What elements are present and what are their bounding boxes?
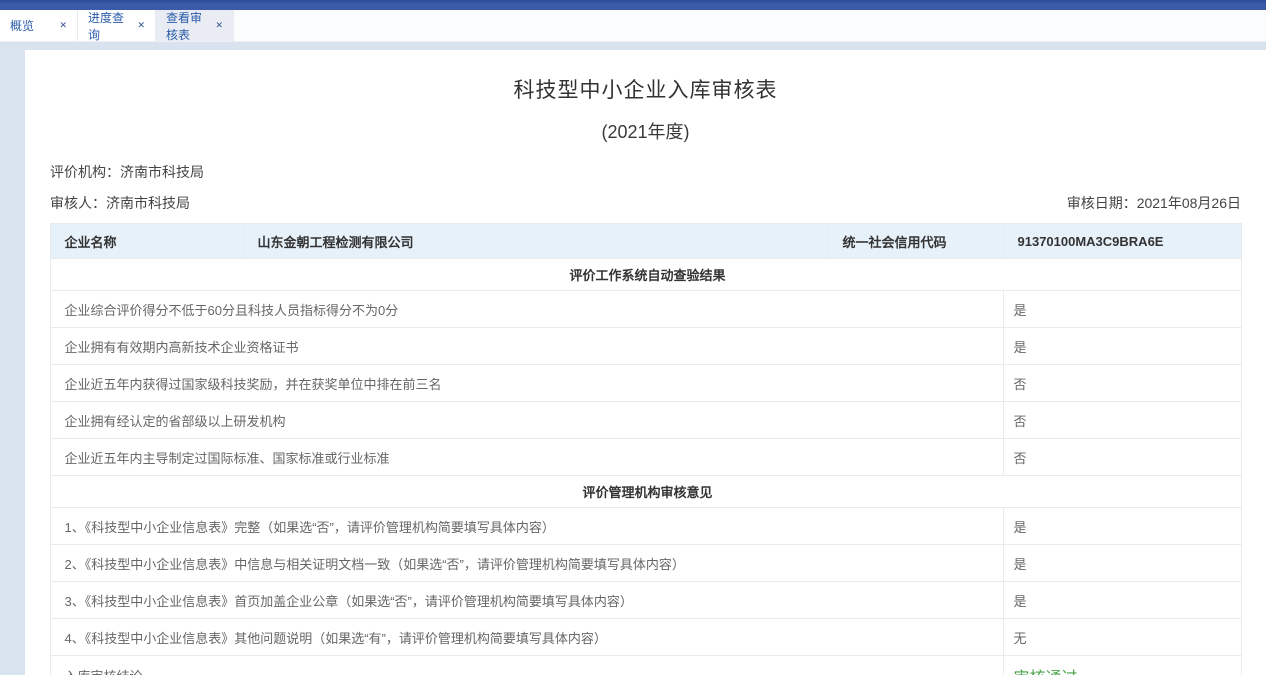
table-row: 企业拥有经认定的省部级以上研发机构 否 bbox=[50, 402, 1241, 439]
auditor-date-line: 审核人：济南市科技局 审核日期：2021年08月26日 bbox=[50, 193, 1241, 213]
agency-value: 济南市科技局 bbox=[120, 164, 204, 180]
table-row: 企业近五年内获得过国家级科技奖励，并在获奖单位中排在前三名 否 bbox=[50, 365, 1241, 402]
agency-label: 评价机构： bbox=[50, 164, 120, 180]
question-text: 1、《科技型中小企业信息表》完整（如果选“否”，请评价管理机构简要填写具体内容） bbox=[50, 508, 1003, 545]
tab-progress-query[interactable]: 进度查询 ✕ bbox=[78, 10, 156, 41]
table-row: 1、《科技型中小企业信息表》完整（如果选“否”，请评价管理机构简要填写具体内容）… bbox=[50, 508, 1241, 545]
audit-date-value: 2021年08月26日 bbox=[1137, 195, 1241, 211]
auditor: 审核人：济南市科技局 bbox=[50, 193, 190, 213]
question-text: 企业近五年内主导制定过国际标准、国家标准或行业标准 bbox=[50, 439, 1003, 476]
conclusion-row: 入库审核结论 审核通过 bbox=[50, 656, 1241, 675]
answer-value: 无 bbox=[1003, 619, 1241, 656]
audit-table: 企业名称 山东金朝工程检测有限公司 统一社会信用代码 91370100MA3C9… bbox=[50, 223, 1242, 675]
audit-date-label: 审核日期： bbox=[1067, 195, 1137, 211]
company-name-value: 山东金朝工程检测有限公司 bbox=[243, 224, 828, 259]
answer-value: 否 bbox=[1003, 439, 1241, 476]
section-header-text: 评价管理机构审核意见 bbox=[50, 476, 1241, 508]
tab-overview[interactable]: 概览 ✕ bbox=[0, 10, 78, 41]
answer-value: 否 bbox=[1003, 402, 1241, 439]
table-row: 4、《科技型中小企业信息表》其他问题说明（如果选“有”，请评价管理机构简要填写具… bbox=[50, 619, 1241, 656]
evaluation-agency-line: 评价机构：济南市科技局 bbox=[50, 162, 1241, 182]
conclusion-label: 入库审核结论 bbox=[50, 656, 1003, 675]
answer-value: 是 bbox=[1003, 545, 1241, 582]
tab-label: 查看审核表 bbox=[166, 9, 209, 43]
question-text: 2、《科技型中小企业信息表》中信息与相关证明文档一致（如果选“否”，请评价管理机… bbox=[50, 545, 1003, 582]
question-text: 4、《科技型中小企业信息表》其他问题说明（如果选“有”，请评价管理机构简要填写具… bbox=[50, 619, 1003, 656]
tab-view-audit-form[interactable]: 查看审核表 ✕ bbox=[156, 10, 234, 41]
question-text: 3、《科技型中小企业信息表》首页加盖企业公章（如果选“否”，请评价管理机构简要填… bbox=[50, 582, 1003, 619]
question-text: 企业综合评价得分不低于60分且科技人员指标得分不为0分 bbox=[50, 291, 1003, 328]
credit-code-label: 统一社会信用代码 bbox=[828, 224, 1003, 259]
answer-value: 是 bbox=[1003, 291, 1241, 328]
answer-value: 是 bbox=[1003, 582, 1241, 619]
answer-value: 否 bbox=[1003, 365, 1241, 402]
section-header-text: 评价工作系统自动查验结果 bbox=[50, 259, 1241, 291]
company-info-row: 企业名称 山东金朝工程检测有限公司 统一社会信用代码 91370100MA3C9… bbox=[50, 224, 1241, 259]
form-year-subtitle: (2021年度) bbox=[25, 118, 1266, 144]
form-meta: 评价机构：济南市科技局 审核人：济南市科技局 审核日期：2021年08月26日 bbox=[50, 162, 1241, 213]
table-row: 企业拥有有效期内高新技术企业资格证书 是 bbox=[50, 328, 1241, 365]
tab-label: 概览 bbox=[10, 17, 34, 34]
page-background: 科技型中小企业入库审核表 (2021年度) 评价机构：济南市科技局 审核人：济南… bbox=[0, 42, 1266, 675]
table-row: 2、《科技型中小企业信息表》中信息与相关证明文档一致（如果选“否”，请评价管理机… bbox=[50, 545, 1241, 582]
answer-value: 是 bbox=[1003, 508, 1241, 545]
close-icon[interactable]: ✕ bbox=[215, 20, 223, 31]
close-icon[interactable]: ✕ bbox=[137, 20, 145, 31]
section-header-auto-check: 评价工作系统自动查验结果 bbox=[50, 259, 1241, 291]
section-header-agency-opinion: 评价管理机构审核意见 bbox=[50, 476, 1241, 508]
audit-date: 审核日期：2021年08月26日 bbox=[1067, 193, 1241, 213]
conclusion-value: 审核通过 bbox=[1003, 656, 1241, 675]
table-row: 3、《科技型中小企业信息表》首页加盖企业公章（如果选“否”，请评价管理机构简要填… bbox=[50, 582, 1241, 619]
credit-code-value: 91370100MA3C9BRA6E bbox=[1003, 224, 1241, 259]
auditor-value: 济南市科技局 bbox=[106, 195, 190, 211]
tab-label: 进度查询 bbox=[88, 9, 131, 43]
company-name-label: 企业名称 bbox=[50, 224, 243, 259]
table-row: 企业近五年内主导制定过国际标准、国家标准或行业标准 否 bbox=[50, 439, 1241, 476]
table-row: 企业综合评价得分不低于60分且科技人员指标得分不为0分 是 bbox=[50, 291, 1241, 328]
question-text: 企业拥有经认定的省部级以上研发机构 bbox=[50, 402, 1003, 439]
form-title: 科技型中小企业入库审核表 bbox=[25, 74, 1266, 104]
answer-value: 是 bbox=[1003, 328, 1241, 365]
question-text: 企业拥有有效期内高新技术企业资格证书 bbox=[50, 328, 1003, 365]
question-text: 企业近五年内获得过国家级科技奖励，并在获奖单位中排在前三名 bbox=[50, 365, 1003, 402]
audit-form-panel: 科技型中小企业入库审核表 (2021年度) 评价机构：济南市科技局 审核人：济南… bbox=[25, 50, 1266, 675]
tab-bar: 概览 ✕ 进度查询 ✕ 查看审核表 ✕ bbox=[0, 10, 1266, 42]
close-icon[interactable]: ✕ bbox=[59, 20, 67, 31]
auditor-label: 审核人： bbox=[50, 195, 106, 211]
